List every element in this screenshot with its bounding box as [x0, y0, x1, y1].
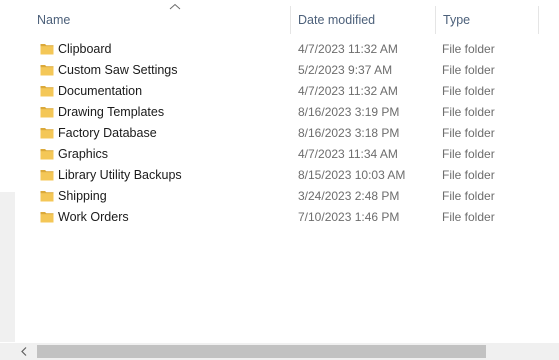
table-row[interactable]: Shipping 3/24/2023 2:48 PM File folder [15, 186, 559, 207]
file-type: File folder [442, 147, 495, 161]
column-header-date-modified[interactable]: Date modified [298, 0, 375, 34]
left-pane-edge [0, 0, 15, 360]
scroll-corner [0, 343, 15, 360]
file-date-modified: 4/7/2023 11:32 AM [298, 84, 398, 98]
file-name[interactable]: Work Orders [58, 207, 129, 228]
file-type: File folder [442, 168, 495, 182]
file-type: File folder [442, 126, 495, 140]
column-header-name[interactable]: Name [37, 0, 70, 34]
file-type: File folder [442, 63, 495, 77]
file-type: File folder [442, 210, 495, 224]
file-name[interactable]: Custom Saw Settings [58, 60, 178, 81]
file-name[interactable]: Documentation [58, 81, 142, 102]
folder-icon [40, 149, 54, 160]
column-divider[interactable] [538, 6, 539, 34]
file-date-modified: 8/15/2023 10:03 AM [298, 168, 406, 182]
folder-icon [40, 107, 54, 118]
folder-icon [40, 128, 54, 139]
left-pane-scroll-area [0, 192, 15, 342]
file-name[interactable]: Graphics [58, 144, 108, 165]
table-row[interactable]: Graphics 4/7/2023 11:34 AM File folder [15, 144, 559, 165]
folder-icon [40, 170, 54, 181]
file-name[interactable]: Library Utility Backups [58, 165, 182, 186]
file-type: File folder [442, 189, 495, 203]
folder-icon [40, 86, 54, 97]
file-list: Clipboard 4/7/2023 11:32 AM File folder Cus… [15, 39, 559, 228]
file-type: File folder [442, 105, 495, 119]
file-date-modified: 7/10/2023 1:46 PM [298, 210, 400, 224]
table-row[interactable]: Factory Database 8/16/2023 3:18 PM File fo… [15, 123, 559, 144]
table-row[interactable]: Clipboard 4/7/2023 11:32 AM File folder [15, 39, 559, 60]
chevron-up-icon [169, 3, 181, 10]
folder-icon [40, 191, 54, 202]
horizontal-scrollbar[interactable] [15, 343, 559, 360]
file-name[interactable]: Factory Database [58, 123, 157, 144]
column-divider[interactable] [435, 6, 436, 34]
file-type: File folder [442, 42, 495, 56]
file-date-modified: 3/24/2023 2:48 PM [298, 189, 400, 203]
file-date-modified: 8/16/2023 3:19 PM [298, 105, 400, 119]
file-date-modified: 4/7/2023 11:32 AM [298, 42, 398, 56]
file-name[interactable]: Shipping [58, 186, 107, 207]
chevron-left-icon[interactable] [19, 346, 29, 357]
file-date-modified: 4/7/2023 11:34 AM [298, 147, 398, 161]
file-name[interactable]: Drawing Templates [58, 102, 164, 123]
folder-icon [40, 44, 54, 55]
file-date-modified: 5/2/2023 9:37 AM [298, 63, 393, 77]
scrollbar-thumb[interactable] [37, 345, 486, 358]
file-date-modified: 8/16/2023 3:18 PM [298, 126, 400, 140]
table-row[interactable]: Library Utility Backups 8/15/2023 10:03 A… [15, 165, 559, 186]
table-row[interactable]: Documentation 4/7/2023 11:32 AM File folde… [15, 81, 559, 102]
folder-icon [40, 212, 54, 223]
folder-icon [40, 65, 54, 76]
table-row[interactable]: Drawing Templates 8/16/2023 3:19 PM File f… [15, 102, 559, 123]
column-header-bar: Name Date modified Type [15, 0, 559, 34]
column-header-type[interactable]: Type [443, 0, 470, 34]
table-row[interactable]: Custom Saw Settings 5/2/2023 9:37 AM File … [15, 60, 559, 81]
column-divider[interactable] [290, 6, 291, 34]
table-row[interactable]: Work Orders 7/10/2023 1:46 PM File folder [15, 207, 559, 228]
file-type: File folder [442, 84, 495, 98]
file-name[interactable]: Clipboard [58, 39, 112, 60]
